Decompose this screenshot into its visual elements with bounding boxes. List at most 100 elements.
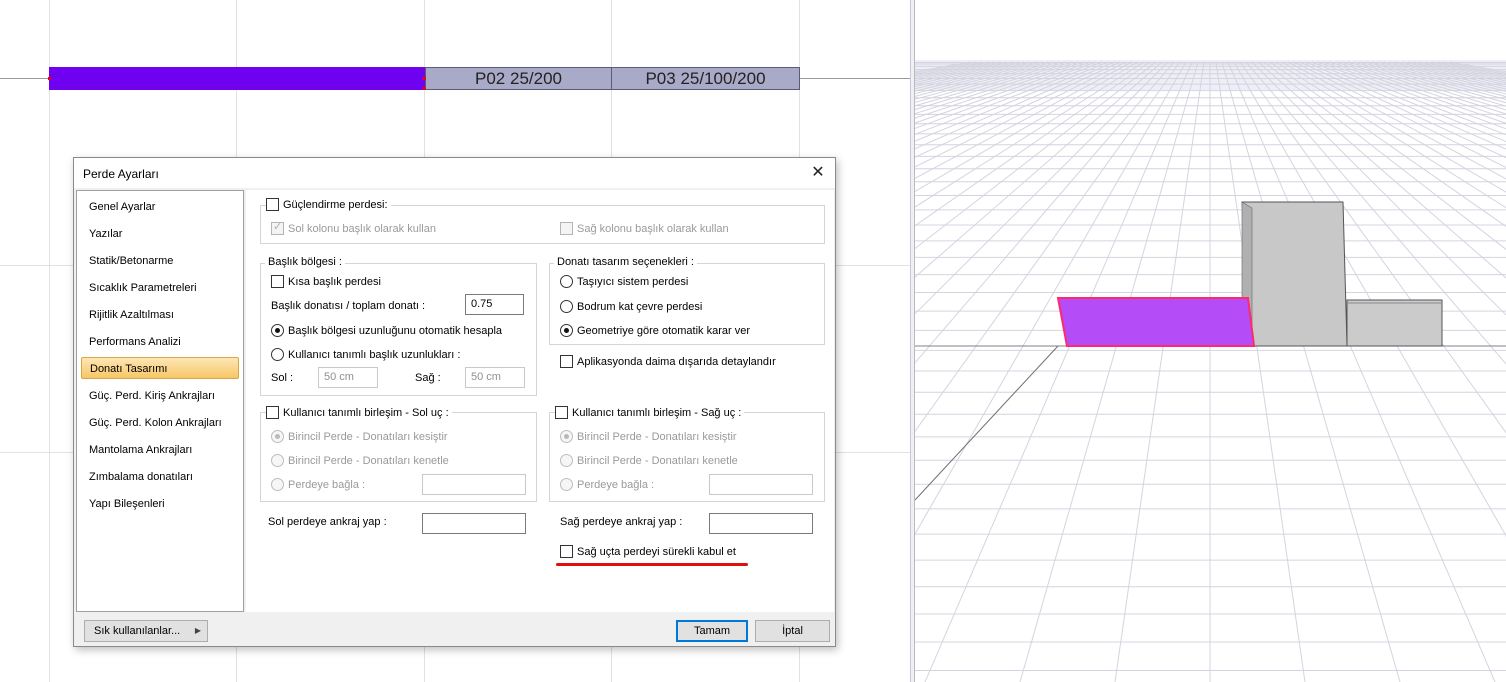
sag-uzunluk-input[interactable]: 50 cm xyxy=(465,367,525,388)
nav-item-genel[interactable]: Genel Ayarlar xyxy=(81,196,239,218)
3d-wall-p03 xyxy=(1346,299,1443,347)
sag-bagla-input[interactable] xyxy=(709,474,813,495)
sol-ankraj-label: Sol perdeye ankraj yap : xyxy=(268,516,387,528)
wall-settings-dialog: Perde Ayarları ✕ Genel Ayarlar Yazılar S… xyxy=(73,157,836,647)
sol-kesistir-radio[interactable] xyxy=(271,430,284,443)
sol-kolon-checkbox[interactable] xyxy=(271,220,284,235)
sol-kolon-label: Sol kolonu başlık olarak kullan xyxy=(288,222,436,235)
surekli-checkbox[interactable] xyxy=(560,545,573,558)
donati-panel: Güçlendirme perdesi: Sol kolonu başlık o… xyxy=(246,190,834,612)
tasiyici-label: Taşıyıcı sistem perdesi xyxy=(577,275,689,288)
sol-kesistir-label: Birincil Perde - Donatıları kesiştir xyxy=(288,430,448,443)
aplikasyon-row[interactable]: Aplikasyonda daima dışarıda detaylandır xyxy=(560,355,776,368)
sol-kolon-row[interactable]: Sol kolonu başlık olarak kullan xyxy=(271,220,436,235)
nav-item-kiris-ankraj[interactable]: Güç. Perd. Kiriş Ankrajları xyxy=(81,385,239,407)
aplikasyon-label: Aplikasyonda daima dışarıda detaylandır xyxy=(577,355,776,368)
sag-ankraj-input[interactable] xyxy=(709,513,813,534)
sag-kolon-label: Sağ kolonu başlık olarak kullan xyxy=(577,222,729,235)
sol-uc-checkbox[interactable] xyxy=(266,406,279,419)
sik-kullanilanlar-label: Sık kullanılanlar... xyxy=(94,625,181,637)
nav-item-kolon-ankraj[interactable]: Güç. Perd. Kolon Ankrajları xyxy=(81,412,239,434)
wall-p02[interactable]: P02 25/200 xyxy=(425,67,612,90)
kisa-baslik-row[interactable]: Kısa başlık perdesi xyxy=(271,275,381,288)
baslik-oran-input[interactable]: 0.75 xyxy=(465,294,524,315)
sol-bagla-row[interactable]: Perdeye bağla : xyxy=(271,478,365,491)
iptal-button[interactable]: İptal xyxy=(755,620,830,642)
sag-kesistir-row[interactable]: Birincil Perde - Donatıları kesiştir xyxy=(560,430,737,443)
nav-item-yapi[interactable]: Yapı Bileşenleri xyxy=(81,493,239,515)
baslik-group-title: Başlık bölgesi : xyxy=(265,256,345,268)
kullanici-row[interactable]: Kullanıcı tanımlı başlık uzunlukları : xyxy=(271,348,460,361)
sag-kenetle-radio[interactable] xyxy=(560,454,573,467)
sol-kenetle-row[interactable]: Birincil Perde - Donatıları kenetle xyxy=(271,454,449,467)
chevron-right-icon: ▶ xyxy=(194,626,201,635)
sag-kenetle-label: Birincil Perde - Donatıları kenetle xyxy=(577,454,738,467)
sol-bagla-label: Perdeye bağla : xyxy=(288,478,366,491)
nav-item-yazilar[interactable]: Yazılar xyxy=(81,223,239,245)
kisa-baslik-label: Kısa başlık perdesi xyxy=(288,275,381,288)
surekli-label: Sağ uçta perdeyi sürekli kabul et xyxy=(577,545,736,558)
baslik-oran-label: Başlık donatısı / toplam donatı : xyxy=(271,300,426,312)
sag-uc-checkbox[interactable] xyxy=(555,406,568,419)
aplikasyon-checkbox[interactable] xyxy=(560,355,573,368)
sol-bagla-radio[interactable] xyxy=(271,478,284,491)
sag-kolon-row[interactable]: Sağ kolonu başlık olarak kullan xyxy=(560,222,729,235)
kullanici-label: Kullanıcı tanımlı başlık uzunlukları : xyxy=(288,348,461,361)
sol-uzunluk-input[interactable]: 50 cm xyxy=(318,367,378,388)
otomatik-label: Başlık bölgesi uzunluğunu otomatik hesap… xyxy=(288,324,503,337)
nav-item-zimbalama[interactable]: Zımbalama donatıları xyxy=(81,466,239,488)
sol-kenetle-radio[interactable] xyxy=(271,454,284,467)
kisa-baslik-checkbox[interactable] xyxy=(271,275,284,288)
nav-item-donati[interactable]: Donatı Tasarımı xyxy=(81,357,239,379)
sag-uc-label: Kullanıcı tanımlı birleşim - Sağ uç : xyxy=(572,406,742,419)
3d-wall-p02 xyxy=(1241,201,1348,347)
sik-kullanilanlar-button[interactable]: Sık kullanılanlar... ▶ xyxy=(84,620,208,642)
otomatik-row[interactable]: Başlık bölgesi uzunluğunu otomatik hesap… xyxy=(271,324,502,337)
geometri-label: Geometriye göre otomatik karar ver xyxy=(577,324,751,337)
3d-view[interactable] xyxy=(915,0,1506,682)
tasiyici-radio[interactable] xyxy=(560,275,573,288)
close-icon[interactable]: ✕ xyxy=(801,158,835,188)
guclendirme-checkbox-row[interactable]: Güçlendirme perdesi: xyxy=(266,198,391,211)
nav-item-performans[interactable]: Performans Analizi xyxy=(81,331,239,353)
nav-item-rijitlik[interactable]: Rijitlik Azaltılması xyxy=(81,304,239,326)
sag-uc-checkbox-row[interactable]: Kullanıcı tanımlı birleşim - Sağ uç : xyxy=(555,406,745,419)
nav-item-mantolama[interactable]: Mantolama Ankrajları xyxy=(81,439,239,461)
tasiyici-row[interactable]: Taşıyıcı sistem perdesi xyxy=(560,275,688,288)
sag-kesistir-radio[interactable] xyxy=(560,430,573,443)
sag-label: Sağ : xyxy=(415,372,441,384)
dialog-titlebar[interactable]: Perde Ayarları ✕ xyxy=(74,158,835,188)
sol-kesistir-row[interactable]: Birincil Perde - Donatıları kesiştir xyxy=(271,430,448,443)
geometri-radio[interactable] xyxy=(560,324,573,337)
bodrum-row[interactable]: Bodrum kat çevre perdesi xyxy=(560,300,702,313)
sag-bagla-radio[interactable] xyxy=(560,478,573,491)
surekli-row[interactable]: Sağ uçta perdeyi sürekli kabul et xyxy=(560,545,736,558)
sag-ankraj-label: Sağ perdeye ankraj yap : xyxy=(560,516,683,528)
tamam-button[interactable]: Tamam xyxy=(676,620,748,642)
geometri-row[interactable]: Geometriye göre otomatik karar ver xyxy=(560,324,750,337)
node-point xyxy=(48,77,51,80)
sag-bagla-row[interactable]: Perdeye bağla : xyxy=(560,478,654,491)
sol-label: Sol : xyxy=(271,372,294,384)
guclendirme-label: Güçlendirme perdesi: xyxy=(283,198,388,211)
node-point xyxy=(423,77,426,80)
sag-kenetle-row[interactable]: Birincil Perde - Donatıları kenetle xyxy=(560,454,738,467)
nav-item-sicaklik[interactable]: Sıcaklık Parametreleri xyxy=(81,277,239,299)
kullanici-radio[interactable] xyxy=(271,348,284,361)
sol-bagla-input[interactable] xyxy=(422,474,526,495)
nav-item-statik[interactable]: Statik/Betonarme xyxy=(81,250,239,272)
settings-nav: Genel Ayarlar Yazılar Statik/Betonarme S… xyxy=(76,190,244,612)
dialog-title: Perde Ayarları xyxy=(83,167,159,181)
sag-kolon-checkbox[interactable] xyxy=(560,222,573,235)
selected-wall-p01[interactable] xyxy=(49,67,425,90)
bodrum-label: Bodrum kat çevre perdesi xyxy=(577,300,703,313)
sol-ankraj-input[interactable] xyxy=(422,513,526,534)
node-point xyxy=(423,87,426,90)
wall-p03[interactable]: P03 25/100/200 xyxy=(611,67,800,90)
sag-kesistir-label: Birincil Perde - Donatıları kesiştir xyxy=(577,430,737,443)
sol-kenetle-label: Birincil Perde - Donatıları kenetle xyxy=(288,454,449,467)
otomatik-radio[interactable] xyxy=(271,324,284,337)
sol-uc-checkbox-row[interactable]: Kullanıcı tanımlı birleşim - Sol uç : xyxy=(266,406,452,419)
bodrum-radio[interactable] xyxy=(560,300,573,313)
guclendirme-checkbox[interactable] xyxy=(266,198,279,211)
